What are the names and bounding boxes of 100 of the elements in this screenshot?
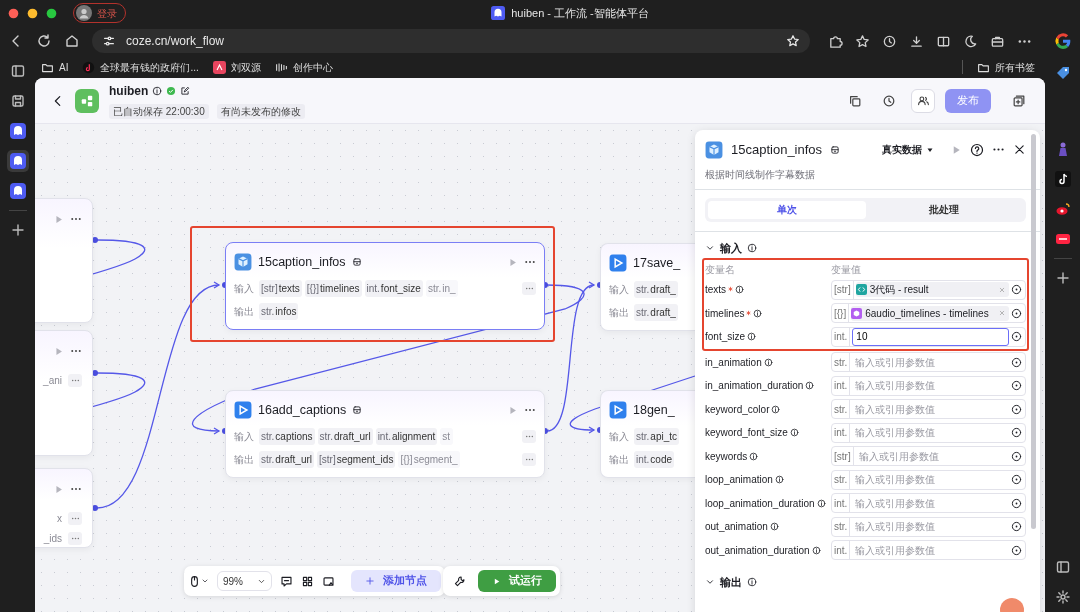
ghost-icon[interactable] (9, 123, 26, 139)
info-icon[interactable] (747, 242, 757, 253)
reference-chip[interactable]: 6audio_timelines - timelines (851, 305, 1009, 321)
comment-icon[interactable] (280, 574, 293, 588)
info-icon[interactable] (805, 381, 815, 391)
node-card[interactable]: 15caption_infos 输入 [str]texts [{}]timelines int.font_size str.in_ 输出 str.infos (225, 242, 545, 330)
download-icon[interactable] (909, 33, 924, 49)
edit-icon[interactable] (180, 86, 191, 96)
reference-chip[interactable]: 3代码 - result (855, 282, 1009, 298)
info-icon[interactable] (771, 404, 781, 414)
sidebar-icon[interactable] (1054, 559, 1071, 575)
history-icon[interactable] (882, 93, 896, 108)
reference-icon[interactable] (1011, 544, 1022, 556)
app-icon[interactable] (1054, 231, 1071, 247)
bookmark-link[interactable]: 所有书签 (977, 59, 1035, 75)
add-icon[interactable] (9, 222, 26, 238)
value-field[interactable]: [str] 3代码 - result (831, 279, 1026, 300)
value-field[interactable]: int. 输入或引用参数值 (831, 422, 1026, 443)
connection-port[interactable] (92, 237, 98, 243)
node-card[interactable]: x _ids (35, 468, 93, 548)
home-icon[interactable] (64, 33, 80, 49)
window-control-icon[interactable] (27, 7, 38, 19)
reference-icon[interactable] (1011, 521, 1022, 533)
reference-icon[interactable] (1011, 380, 1022, 392)
puzzle-icon[interactable] (828, 33, 843, 49)
node-card[interactable]: 16add_captions 输入 str.captions str.draft_url int.alignment st 输出 str.draft_url [str]segment_ids [{}]segment_ (225, 390, 545, 478)
address-bar[interactable]: coze.cn/work_flow (92, 29, 810, 53)
scrollbar[interactable] (1031, 134, 1036, 529)
ghost-icon[interactable] (9, 153, 26, 169)
reference-icon[interactable] (1011, 474, 1022, 486)
mode-tab[interactable]: 单次 (708, 200, 866, 219)
value-field[interactable]: int. 输入或引用参数值 (831, 493, 1026, 514)
bookmark-link[interactable]: 创作中心 (274, 59, 333, 75)
value-field[interactable]: str. 输入或引用参数值 (831, 352, 1026, 373)
node-card[interactable]: 18gen_ 输入 str.api_tc 输出 int.code (600, 390, 695, 478)
value-input[interactable]: 10 (852, 327, 1009, 346)
bookmark-link[interactable]: 全球最有钱的政府们... (82, 59, 199, 75)
music-note-icon[interactable] (1054, 171, 1071, 187)
info-icon[interactable] (747, 577, 757, 588)
window-control-icon[interactable] (8, 7, 19, 19)
g-logo-icon[interactable] (1054, 32, 1072, 50)
value-field[interactable]: int. 输入或引用参数值 (831, 540, 1026, 561)
chevron-down-icon[interactable] (201, 577, 209, 585)
info-icon[interactable] (753, 308, 763, 318)
reference-icon[interactable] (1011, 307, 1022, 319)
sidebar-icon[interactable] (9, 63, 26, 79)
reference-icon[interactable] (1011, 497, 1022, 509)
eye-icon[interactable] (1054, 201, 1071, 217)
value-input[interactable]: 输入或引用参数值 (852, 541, 1009, 560)
info-icon[interactable] (789, 428, 799, 438)
info-icon[interactable] (769, 522, 779, 532)
node-card[interactable]: 17save_ 输入 str.draft_ 输出 str.draft_ (600, 243, 695, 331)
help-icon[interactable] (970, 142, 984, 157)
grid-icon[interactable] (301, 574, 314, 588)
add-icon[interactable] (1054, 270, 1071, 286)
value-input[interactable]: 输入或引用参数值 (852, 400, 1009, 419)
history-icon[interactable] (882, 33, 897, 49)
favorites-icon[interactable] (855, 33, 870, 49)
value-field[interactable]: [{}] 6audio_timelines - timelines (831, 303, 1026, 324)
value-input[interactable]: 输入或引用参数值 (852, 376, 1009, 395)
ghost-icon[interactable] (9, 183, 26, 199)
reference-icon[interactable] (1011, 331, 1022, 343)
zoom-select[interactable]: 99% (217, 571, 272, 591)
wrench-icon[interactable] (453, 574, 466, 588)
value-input[interactable]: 输入或引用参数值 (852, 470, 1009, 489)
info-icon[interactable] (747, 332, 757, 342)
star-icon[interactable] (786, 34, 800, 48)
info-icon[interactable] (763, 357, 773, 367)
reference-icon[interactable] (1011, 427, 1022, 439)
reload-icon[interactable] (36, 33, 52, 49)
collaborators-button[interactable] (911, 88, 935, 113)
value-input[interactable]: 输入或引用参数值 (852, 494, 1009, 513)
info-icon[interactable] (774, 475, 784, 485)
value-field[interactable]: str. 输入或引用参数值 (831, 516, 1026, 537)
value-field[interactable]: int. 输入或引用参数值 (831, 375, 1026, 396)
node-card[interactable]: _ani (35, 330, 93, 456)
mouse-icon[interactable] (188, 574, 201, 588)
image-icon[interactable] (322, 574, 335, 588)
settings-icon[interactable] (1054, 589, 1071, 605)
moon-icon[interactable] (963, 33, 978, 49)
value-input[interactable]: 输入或引用参数值 (855, 447, 1009, 466)
bookmark-link[interactable]: 刘双源 (212, 59, 261, 75)
value-input[interactable]: 输入或引用参数值 (852, 423, 1009, 442)
connection-port[interactable] (92, 505, 98, 511)
window-control-icon[interactable] (46, 7, 57, 19)
info-icon[interactable] (152, 86, 163, 96)
value-field[interactable]: str. 输入或引用参数值 (831, 399, 1026, 420)
info-icon[interactable] (749, 451, 759, 461)
value-input[interactable]: 输入或引用参数值 (852, 353, 1009, 372)
value-field[interactable]: int. 10 (831, 326, 1026, 347)
close-icon[interactable] (1013, 143, 1026, 157)
mode-tab[interactable]: 批处理 (865, 200, 1023, 219)
reference-icon[interactable] (1011, 284, 1022, 296)
save-icon[interactable] (9, 93, 26, 109)
info-icon[interactable] (735, 285, 745, 295)
info-icon[interactable] (811, 545, 821, 555)
value-field[interactable]: str. 输入或引用参数值 (831, 469, 1026, 490)
value-input[interactable]: 输入或引用参数值 (852, 517, 1009, 536)
reference-icon[interactable] (1011, 450, 1022, 462)
settings-icon[interactable] (102, 34, 116, 48)
